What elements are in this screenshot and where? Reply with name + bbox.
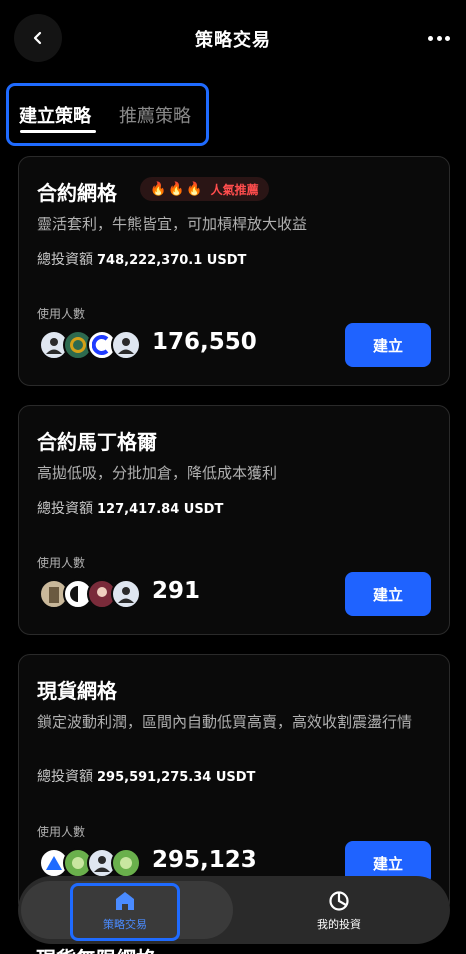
header: 策略交易 [0,0,466,78]
brand-logo-icon [92,335,109,355]
card-description: 靈活套利，牛熊皆宜，可加槓桿放大收益 [37,215,308,233]
card-title: 合約網格 [37,181,117,205]
investment-label: 總投資額 [37,252,93,268]
users-label: 使用人數 [37,307,86,321]
user-count: 295,123 [152,847,257,873]
investment-amount: 748,222,370.1 USDT [97,253,247,268]
dot-icon [436,35,442,41]
card-description: 高拋低吸，分批加倉，降低成本獲利 [37,464,278,482]
dot-icon [445,35,450,41]
coin-icon [70,337,86,353]
user-icon [72,857,84,869]
card-title: 現貨網格 [37,679,117,703]
more-options-button[interactable] [428,28,450,48]
avatar [111,330,141,360]
user-icon [120,857,132,869]
user-icon [97,587,107,597]
user-count: 291 [152,578,201,604]
strategy-card-spot-grid[interactable]: 現貨網格 鎖定波動利潤，區間內自動低買高賣，高效收割震盪行情 總投資額 295,5… [18,654,450,914]
fire-icon: 🔥 [168,181,185,197]
pie-chart-icon [329,891,349,911]
nav-label: 策略交易 [103,918,147,931]
home-icon [116,892,134,910]
dot-icon [428,35,433,41]
investment-amount: 127,417.84 USDT [97,502,224,517]
user-count: 176,550 [152,329,257,355]
total-investment: 總投資額 127,417.84 USDT [37,498,223,518]
badge-label: 人氣推薦 [210,182,259,197]
card-description: 鎖定波動利潤，區間內自動低買高賣，高效收割震盪行情 [37,713,413,731]
strategy-card-futures-grid[interactable]: 合約網格 🔥 🔥 🔥 人氣推薦 靈活套利，牛熊皆宜，可加槓桿放大收益 總投資額 7… [18,156,450,386]
brand-logo-icon [70,586,78,602]
user-avatars [39,330,141,360]
app-screen: 策略交易 建立策略 推薦策略 合約網格 🔥 🔥 🔥 人氣推薦 靈活套利，牛熊皆宜… [0,0,466,954]
tab-create-strategy[interactable]: 建立策略 [19,102,91,128]
bottom-navigation: 策略交易 我的投資 [18,876,450,944]
create-button[interactable]: 建立 [345,572,431,616]
nav-item-my-investment[interactable]: 我的投資 [284,890,394,932]
nav-label: 我的投資 [317,918,361,931]
brand-logo-icon [46,856,62,870]
strategy-card-futures-martingale[interactable]: 合約馬丁格爾 高拋低吸，分批加倉，降低成本獲利 總投資額 127,417.84 U… [18,405,450,635]
total-investment: 總投資額 748,222,370.1 USDT [37,249,246,269]
investment-label: 總投資額 [37,769,93,785]
avatar [111,579,141,609]
user-icon [118,587,134,603]
users-label: 使用人數 [37,556,86,570]
next-card-title: 現貨無限網格 [36,943,156,954]
user-avatars [39,579,141,609]
hot-badge: 🔥 🔥 🔥 人氣推薦 [140,177,269,201]
users-label: 使用人數 [37,825,86,839]
user-icon [46,338,62,354]
user-avatars [39,848,141,878]
card-title: 合約馬丁格爾 [37,430,157,454]
avatar [111,848,141,878]
user-icon [118,338,134,354]
investment-amount: 295,591,275.34 USDT [97,770,256,785]
active-tab-indicator [20,130,96,133]
tab-recommended-strategy[interactable]: 推薦策略 [119,102,191,128]
fire-icon: 🔥 [186,181,203,197]
page-title: 策略交易 [195,30,271,51]
strategy-tabs: 建立策略 推薦策略 [6,83,209,146]
fire-icon: 🔥 [150,181,167,197]
total-investment: 總投資額 295,591,275.34 USDT [37,766,255,786]
create-button[interactable]: 建立 [345,323,431,367]
nav-item-strategy-trading[interactable]: 策略交易 [70,890,180,932]
user-icon [49,587,59,603]
user-icon [94,856,110,872]
investment-label: 總投資額 [37,501,93,517]
